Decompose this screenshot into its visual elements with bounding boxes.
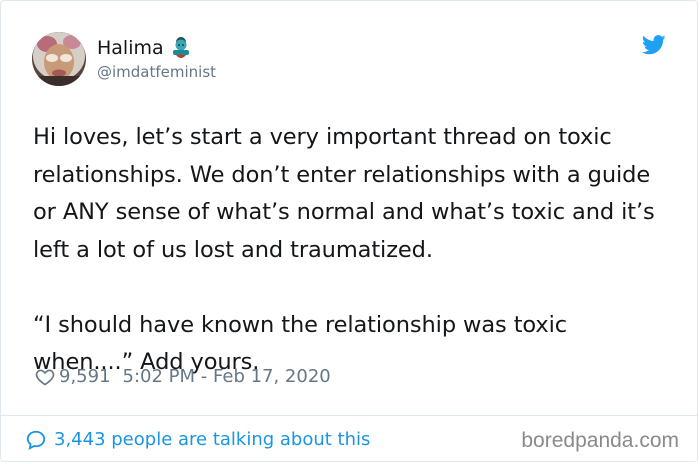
- timestamp[interactable]: 5:02 PM - Feb 17, 2020: [123, 365, 331, 389]
- conversation-text: 3,443 people are talking about this: [54, 429, 371, 450]
- footer-divider: [1, 415, 697, 416]
- woman-genie-emoji-icon: [168, 35, 194, 61]
- conversation-link[interactable]: 3,443 people are talking about this: [25, 427, 370, 453]
- display-name[interactable]: Halima: [97, 36, 164, 60]
- handle[interactable]: @imdatfeminist: [97, 62, 216, 82]
- tweet-text: Hi loves, let’s start a very important t…: [33, 124, 655, 375]
- author-names: Halima @imdatfeminist: [97, 35, 216, 82]
- speech-bubble-icon: [25, 429, 47, 451]
- display-name-row: Halima: [97, 35, 216, 61]
- heart-icon[interactable]: [35, 367, 55, 387]
- tweet-header: Halima @imdatfeminist: [32, 32, 216, 86]
- twitter-bird-icon[interactable]: [641, 34, 666, 56]
- avatar[interactable]: [32, 32, 86, 86]
- tweet-card: Halima @imdatfeminist Hi loves, let’s st…: [0, 0, 698, 462]
- tweet-meta: 9,591 5:02 PM - Feb 17, 2020: [35, 365, 331, 389]
- like-count[interactable]: 9,591: [59, 365, 111, 389]
- watermark: boredpanda.com: [521, 429, 679, 452]
